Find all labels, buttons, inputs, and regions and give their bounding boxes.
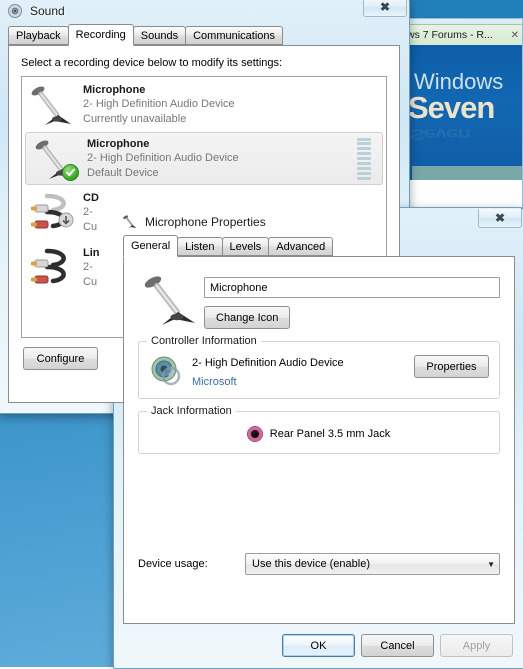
jack-label: Rear Panel 3.5 mm Jack xyxy=(270,428,390,440)
device-name: Microphone xyxy=(87,137,357,152)
browser-chrome: ws 7 Forums - R... ✕ xyxy=(396,19,522,45)
close-icon: ✖ xyxy=(495,212,505,224)
jack-row: Rear Panel 3.5 mm Jack xyxy=(149,424,489,443)
device-name: Microphone xyxy=(83,83,381,98)
tab-levels[interactable]: Levels xyxy=(222,237,270,256)
browser-tab-label: ws 7 Forums - R... xyxy=(407,29,493,41)
group-title: Jack Information xyxy=(147,405,236,417)
banner-line-2: Seven xyxy=(408,90,494,126)
tab-sounds[interactable]: Sounds xyxy=(133,26,186,45)
close-icon[interactable]: ✕ xyxy=(511,30,519,41)
tab-label: Advanced xyxy=(276,241,325,253)
device-status: Currently unavailable xyxy=(83,112,381,127)
group-title: Controller Information xyxy=(147,335,261,347)
tab-listen[interactable]: Listen xyxy=(177,237,222,256)
close-button[interactable]: ✖ xyxy=(478,209,522,228)
configure-button[interactable]: Configure xyxy=(23,347,98,370)
device-name-input[interactable] xyxy=(204,277,500,298)
audio-controller-icon xyxy=(149,354,183,388)
device-usage-label: Device usage: xyxy=(138,558,245,570)
jack-information-group: Jack Information Rear Panel 3.5 mm Jack xyxy=(138,411,500,454)
props-dialog-titlebar[interactable]: Microphone Properties xyxy=(114,208,523,235)
tab-label: Communications xyxy=(193,30,275,42)
dialog-buttons: OK Cancel Apply xyxy=(282,634,513,657)
change-icon-button[interactable]: Change Icon xyxy=(204,306,290,329)
vendor-link[interactable]: Microsoft xyxy=(192,376,414,388)
rca-cable-icon xyxy=(27,190,77,236)
tab-playback[interactable]: Playback xyxy=(8,26,69,45)
device-status: Default Device xyxy=(87,166,357,181)
tab-label: Playback xyxy=(16,30,61,42)
list-item[interactable]: Microphone 2- High Definition Audio Devi… xyxy=(25,132,383,185)
tab-label: Recording xyxy=(76,29,126,41)
sound-tabstrip[interactable]: Playback Recording Sounds Communications xyxy=(0,24,409,45)
microphone-icon xyxy=(31,136,81,182)
tab-recording[interactable]: Recording xyxy=(68,24,134,46)
props-dialog-title: Microphone Properties xyxy=(145,215,266,229)
tab-general[interactable]: General xyxy=(123,235,178,257)
chevron-down-icon: ▼ xyxy=(487,560,495,569)
sound-dialog-title: Sound xyxy=(30,4,65,18)
controller-device-name: 2- High Definition Audio Device xyxy=(192,357,414,369)
device-usage-row: Device usage: Use this device (enable) ▼ xyxy=(124,553,514,575)
device-name-row: Change Icon xyxy=(124,257,514,329)
props-dialog-body: General Listen Levels Advanced xyxy=(114,235,523,668)
device-usage-select[interactable]: Use this device (enable) ▼ xyxy=(245,553,500,575)
tab-label: General xyxy=(131,240,170,252)
controller-row: 2- High Definition Audio Device Microsof… xyxy=(149,354,489,388)
props-tabstrip[interactable]: General Listen Levels Advanced xyxy=(114,235,523,256)
controller-information-group: Controller Information 2- High Definitio… xyxy=(138,341,500,399)
default-device-check-icon xyxy=(62,164,79,181)
microphone-properties-dialog[interactable]: Microphone Properties ✖ General Listen L… xyxy=(113,207,523,669)
list-item[interactable]: Microphone 2- High Definition Audio Devi… xyxy=(22,77,386,132)
tab-label: Sounds xyxy=(141,30,178,42)
microphone-icon xyxy=(27,82,77,128)
name-fields: Change Icon xyxy=(204,271,500,329)
apply-button: Apply xyxy=(440,634,513,657)
banner-reflection: Seven xyxy=(410,125,470,143)
banner-footer-strip xyxy=(412,166,522,180)
tab-label: Levels xyxy=(230,241,262,253)
device-info: Microphone 2- High Definition Audio Devi… xyxy=(87,137,357,181)
tab-advanced[interactable]: Advanced xyxy=(268,237,333,256)
background-browser-window[interactable]: Windows Seven Seven ws 7 Forums - R... ✕ xyxy=(395,18,523,208)
device-driver: 2- High Definition Audio Device xyxy=(83,97,381,112)
pink-jack-icon xyxy=(248,427,262,441)
close-button[interactable]: ✖ xyxy=(363,0,407,17)
windows-seven-banner: Windows Seven Seven xyxy=(404,45,522,180)
general-tab-panel: Change Icon Controller Information xyxy=(123,256,515,624)
ok-button[interactable]: OK xyxy=(282,634,355,657)
device-driver: 2- High Definition Audio Device xyxy=(87,151,357,166)
cancel-button[interactable]: Cancel xyxy=(361,634,434,657)
browser-tab[interactable]: ws 7 Forums - R... ✕ xyxy=(402,24,523,45)
close-icon: ✖ xyxy=(380,1,390,13)
speaker-icon xyxy=(7,3,23,19)
device-name: CD xyxy=(83,191,381,206)
controller-text: 2- High Definition Audio Device Microsof… xyxy=(192,354,414,388)
browser-page-content: Windows Seven Seven xyxy=(396,45,522,207)
tab-label: Listen xyxy=(185,241,214,253)
instruction-label: Select a recording device below to modif… xyxy=(9,46,399,76)
device-info: Microphone 2- High Definition Audio Devi… xyxy=(83,83,381,127)
level-meter xyxy=(357,138,371,180)
device-usage-value: Use this device (enable) xyxy=(252,558,370,570)
rca-cable-icon xyxy=(27,245,77,291)
sound-dialog-titlebar[interactable]: Sound xyxy=(0,0,409,24)
controller-properties-button[interactable]: Properties xyxy=(414,355,489,378)
microphone-icon xyxy=(138,271,204,329)
tab-communications[interactable]: Communications xyxy=(185,26,283,45)
microphone-icon xyxy=(122,214,138,230)
